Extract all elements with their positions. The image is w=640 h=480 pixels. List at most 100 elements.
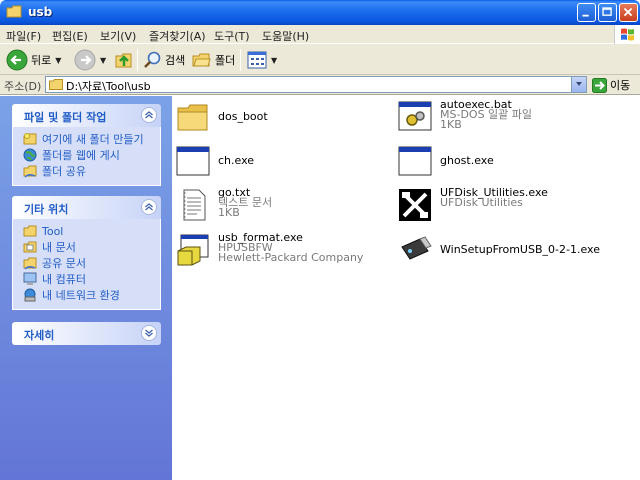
close-button[interactable] xyxy=(619,3,638,22)
menu-bar: 파일(F) 편집(E) 보기(V) 즐겨찾기(A) 도구(T) 도움말(H) xyxy=(0,25,640,44)
file-size: 1KB xyxy=(218,206,240,219)
place-network[interactable]: 내 네트워크 환경 xyxy=(13,287,160,303)
menu-help[interactable]: 도움말(H) xyxy=(262,28,309,44)
windows-flag-icon xyxy=(621,28,634,41)
folder-up-icon xyxy=(115,53,132,68)
text-file-icon xyxy=(183,189,206,221)
folders-icon xyxy=(192,53,211,67)
search-button[interactable]: 검색 xyxy=(142,48,185,72)
file-item-go-txt[interactable]: go.txt 텍스트 문서 1KB xyxy=(176,187,272,222)
task-pane: 파일 및 폴더 작업 여기에 새 폴더 만들기 폴더를 웹에 게시 폴더 공유 … xyxy=(0,96,172,480)
file-size: 1KB xyxy=(440,118,462,131)
other-places-panel: 기타 위치 Tool 내 문서 공유 문서 내 컴퓨터 내 네트워크 환경 xyxy=(12,196,161,310)
address-dropdown-button[interactable] xyxy=(571,77,586,92)
go-label: 이동 xyxy=(610,79,631,92)
file-tasks-header[interactable]: 파일 및 폴더 작업 xyxy=(12,104,161,127)
file-item-autoexec[interactable]: autoexec.bat MS-DOS 일괄 파일 1KB xyxy=(398,99,532,134)
back-arrow-icon xyxy=(6,49,28,71)
toolbar-separator xyxy=(240,49,241,71)
file-item-ghost-exe[interactable]: ghost.exe xyxy=(398,144,494,178)
maximize-icon xyxy=(602,7,612,16)
file-item-winsetupfromusb[interactable]: WinSetupFromUSB_0-2-1.exe xyxy=(398,233,600,267)
back-dropdown-icon[interactable]: ▼ xyxy=(55,56,61,65)
windows-logo xyxy=(614,25,640,44)
task-label: 폴더를 웹에 게시 xyxy=(42,149,120,162)
chevron-down-icon xyxy=(576,82,582,86)
folder-icon xyxy=(177,104,208,131)
new-folder-icon xyxy=(23,133,37,145)
address-bar: 주소(D) D:\자료\Tool\usb 이동 xyxy=(0,75,640,95)
search-icon xyxy=(144,51,161,68)
place-label: 내 컴퓨터 xyxy=(42,273,86,286)
search-label: 검색 xyxy=(165,54,186,67)
chevron-up-icon[interactable] xyxy=(141,199,157,215)
title-bar[interactable]: usb xyxy=(0,0,640,25)
file-name: ghost.exe xyxy=(440,154,494,167)
task-new-folder[interactable]: 여기에 새 폴더 만들기 xyxy=(13,131,160,147)
file-name: dos_boot xyxy=(218,110,268,123)
batch-file-icon xyxy=(398,101,432,131)
place-shared-documents[interactable]: 공유 문서 xyxy=(13,255,160,271)
details-title: 자세히 xyxy=(24,329,55,342)
folder-icon xyxy=(49,79,63,90)
folder-icon xyxy=(23,225,37,237)
task-share-folder[interactable]: 폴더 공유 xyxy=(13,163,160,179)
address-value: D:\자료\Tool\usb xyxy=(66,80,151,93)
minimize-icon xyxy=(582,14,589,17)
folder-icon xyxy=(6,5,22,18)
file-item-dos-boot[interactable]: dos_boot xyxy=(176,100,268,134)
back-label: 뒤로 xyxy=(31,54,52,67)
menu-favorites[interactable]: 즐겨찾기(A) xyxy=(149,28,206,44)
network-icon xyxy=(24,288,36,302)
chevron-down-icon[interactable] xyxy=(141,325,157,341)
menu-tools[interactable]: 도구(T) xyxy=(214,28,250,44)
place-label: 내 네트워크 환경 xyxy=(42,289,120,302)
toolbar: 뒤로 ▼ ▼ 검색 폴더 ▼ xyxy=(0,44,640,75)
forward-button[interactable]: ▼ xyxy=(74,48,106,72)
minimize-button[interactable] xyxy=(577,3,596,22)
file-item-usb-format[interactable]: usb_format.exe HPUSBFW Hewlett-Packard C… xyxy=(176,232,364,267)
menu-file[interactable]: 파일(F) xyxy=(6,28,41,44)
file-name: WinSetupFromUSB_0-2-1.exe xyxy=(440,243,600,256)
go-button[interactable]: 이동 xyxy=(592,77,630,93)
close-icon xyxy=(623,7,633,17)
back-button[interactable]: 뒤로 ▼ xyxy=(6,48,61,72)
installer-icon xyxy=(177,234,209,266)
maximize-button[interactable] xyxy=(598,3,617,22)
place-my-computer[interactable]: 내 컴퓨터 xyxy=(13,271,160,287)
folders-label: 폴더 xyxy=(215,54,236,67)
go-arrow-icon xyxy=(592,77,607,93)
other-places-header[interactable]: 기타 위치 xyxy=(12,196,161,219)
chevron-up-icon[interactable] xyxy=(141,107,157,123)
details-header[interactable]: 자세히 xyxy=(12,322,161,345)
place-label: 공유 문서 xyxy=(42,257,86,270)
file-name: ch.exe xyxy=(218,154,255,167)
shared-documents-icon xyxy=(23,257,37,270)
toolbar-separator xyxy=(137,49,138,71)
up-button[interactable] xyxy=(114,48,134,72)
menu-view[interactable]: 보기(V) xyxy=(100,28,136,44)
exe-window-icon xyxy=(176,146,210,176)
file-company: Hewlett-Packard Company xyxy=(218,251,364,264)
place-my-documents[interactable]: 내 문서 xyxy=(13,239,160,255)
menu-edit[interactable]: 편집(E) xyxy=(52,28,88,44)
file-tasks-panel: 파일 및 폴더 작업 여기에 새 폴더 만들기 폴더를 웹에 게시 폴더 공유 xyxy=(12,104,161,186)
file-item-ch-exe[interactable]: ch.exe xyxy=(176,144,254,178)
my-documents-icon xyxy=(23,241,37,253)
views-dropdown-icon[interactable]: ▼ xyxy=(271,56,277,65)
folders-button[interactable]: 폴더 xyxy=(192,48,235,72)
views-button[interactable]: ▼ xyxy=(247,48,277,72)
task-publish-web[interactable]: 폴더를 웹에 게시 xyxy=(13,147,160,163)
shared-folder-icon xyxy=(23,165,37,178)
task-label: 여기에 새 폴더 만들기 xyxy=(42,133,144,146)
address-field[interactable]: D:\자료\Tool\usb xyxy=(45,76,587,93)
forward-dropdown-icon[interactable]: ▼ xyxy=(100,56,106,65)
my-computer-icon xyxy=(23,272,37,285)
other-places-title: 기타 위치 xyxy=(24,203,69,216)
place-label: 내 문서 xyxy=(42,241,76,254)
window-title: usb xyxy=(28,5,53,19)
place-tool[interactable]: Tool xyxy=(13,223,160,239)
file-item-ufdisk[interactable]: UFDisk_Utilities.exe UFDisk Utilities xyxy=(398,187,548,222)
file-tasks-title: 파일 및 폴더 작업 xyxy=(24,111,107,124)
file-description: UFDisk Utilities xyxy=(440,196,523,209)
